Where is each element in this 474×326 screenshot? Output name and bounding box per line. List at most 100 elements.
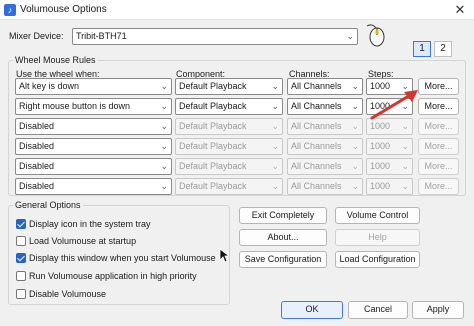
component-select: Default Playback ⌄ — [175, 158, 283, 175]
chevron-down-icon: ⌄ — [351, 81, 359, 91]
component-select[interactable]: Default Playback ⌄ — [175, 98, 283, 115]
chevron-down-icon: ⌄ — [351, 161, 359, 171]
channels-value: All Channels — [291, 81, 342, 91]
component-select: Default Playback ⌄ — [175, 118, 283, 135]
wheel-rules-title: Wheel Mouse Rules — [13, 55, 98, 65]
chevron-down-icon: ⌄ — [351, 181, 359, 191]
mixer-device-select[interactable]: Tribit-BTH71 ⌄ — [72, 28, 358, 45]
chevron-down-icon: ⌄ — [401, 181, 409, 191]
save-configuration-button[interactable]: Save Configuration — [239, 251, 327, 268]
more-button: More... — [418, 138, 459, 155]
component-value: Default Playback — [179, 161, 247, 171]
channels-select: All Channels ⌄ — [287, 178, 363, 195]
channels-select: All Channels ⌄ — [287, 118, 363, 135]
mouse-icon — [366, 24, 385, 47]
option-display-window-on-start[interactable]: Display this window when you start Volum… — [16, 252, 216, 267]
chevron-down-icon: ⌄ — [401, 141, 409, 151]
more-button: More... — [418, 158, 459, 175]
component-value: Default Playback — [179, 101, 247, 111]
option-system-tray-icon[interactable]: Display icon in the system tray — [16, 218, 151, 233]
chevron-down-icon: ⌄ — [271, 81, 279, 91]
annotation-arrow-icon — [370, 90, 418, 120]
more-button[interactable]: More... — [418, 78, 459, 95]
help-button: Help — [335, 229, 420, 246]
wheel-condition-select[interactable]: Alt key is down ⌄ — [15, 78, 172, 95]
option-label: Disable Volumouse — [29, 289, 107, 299]
component-select: Default Playback ⌄ — [175, 178, 283, 195]
chevron-down-icon: ⌄ — [271, 181, 279, 191]
channels-select[interactable]: All Channels ⌄ — [287, 98, 363, 115]
wheel-condition-value: Disabled — [19, 121, 55, 131]
ok-button[interactable]: OK — [281, 301, 343, 319]
wheel-condition-select[interactable]: Disabled ⌄ — [15, 178, 172, 195]
tab-2[interactable]: 2 — [434, 41, 452, 57]
wheel-condition-select[interactable]: Disabled ⌄ — [15, 118, 172, 135]
steps-value: 1000 — [370, 121, 391, 131]
tab-1[interactable]: 1 — [413, 41, 431, 57]
component-select: Default Playback ⌄ — [175, 138, 283, 155]
option-high-priority[interactable]: Run Volumouse application in high priori… — [16, 270, 197, 285]
chevron-down-icon: ⌄ — [160, 181, 168, 191]
checkbox[interactable] — [16, 270, 26, 281]
window-title: Volumouse Options — [20, 4, 107, 15]
option-label: Display this window when you start Volum… — [29, 253, 216, 263]
chevron-down-icon: ⌄ — [271, 141, 279, 151]
option-label: Run Volumouse application in high priori… — [29, 271, 197, 281]
chevron-down-icon: ⌄ — [271, 121, 279, 131]
exit-completely-button[interactable]: Exit Completely — [239, 207, 327, 224]
channels-select[interactable]: All Channels ⌄ — [287, 78, 363, 95]
wheel-condition-select[interactable]: Right mouse button is down ⌄ — [15, 98, 172, 115]
apply-button[interactable]: Apply — [412, 301, 464, 319]
general-options-title: General Options — [13, 200, 83, 210]
option-label: Display icon in the system tray — [29, 219, 151, 229]
wheel-condition-select[interactable]: Disabled ⌄ — [15, 158, 172, 175]
channels-value: All Channels — [291, 101, 342, 111]
chevron-down-icon: ⌄ — [160, 81, 168, 91]
checkbox[interactable] — [16, 218, 26, 229]
wheel-condition-select[interactable]: Disabled ⌄ — [15, 138, 172, 155]
steps-value: 1000 — [370, 141, 391, 151]
app-icon: ♪ — [4, 4, 16, 16]
cancel-button[interactable]: Cancel — [348, 301, 408, 319]
component-select[interactable]: Default Playback ⌄ — [175, 78, 283, 95]
load-configuration-button[interactable]: Load Configuration — [335, 251, 420, 268]
steps-select: 1000 ⌄ — [366, 158, 413, 175]
wheel-condition-value: Right mouse button is down — [19, 101, 131, 111]
chevron-down-icon: ⌄ — [401, 161, 409, 171]
checkbox[interactable] — [16, 235, 26, 246]
wheel-condition-value: Disabled — [19, 161, 55, 171]
wheel-condition-value: Disabled — [19, 141, 55, 151]
volume-control-button[interactable]: Volume Control — [335, 207, 420, 224]
channels-select: All Channels ⌄ — [287, 158, 363, 175]
component-value: Default Playback — [179, 121, 247, 131]
wheel-condition-value: Disabled — [19, 181, 55, 191]
channels-select: All Channels ⌄ — [287, 138, 363, 155]
component-value: Default Playback — [179, 81, 247, 91]
title-bar: ♪ Volumouse Options ✕ — [0, 0, 474, 20]
chevron-down-icon: ⌄ — [346, 31, 354, 41]
mixer-device-label: Mixer Device: — [9, 31, 64, 41]
checkbox[interactable] — [16, 288, 26, 299]
chevron-down-icon: ⌄ — [160, 161, 168, 171]
chevron-down-icon: ⌄ — [160, 141, 168, 151]
component-value: Default Playback — [179, 181, 247, 191]
steps-select: 1000 ⌄ — [366, 178, 413, 195]
option-disable-volumouse[interactable]: Disable Volumouse — [16, 288, 107, 303]
chevron-down-icon: ⌄ — [351, 101, 359, 111]
chevron-down-icon: ⌄ — [351, 121, 359, 131]
chevron-down-icon: ⌄ — [271, 101, 279, 111]
option-load-at-startup[interactable]: Load Volumouse at startup — [16, 235, 137, 250]
more-button[interactable]: More... — [418, 98, 459, 115]
chevron-down-icon: ⌄ — [351, 141, 359, 151]
window-close-button[interactable]: ✕ — [452, 2, 468, 18]
channels-value: All Channels — [291, 141, 342, 151]
mouse-cursor-icon — [219, 248, 229, 263]
more-button: More... — [418, 178, 459, 195]
mixer-device-value: Tribit-BTH71 — [76, 31, 127, 41]
steps-value: 1000 — [370, 181, 391, 191]
option-label: Load Volumouse at startup — [29, 236, 137, 246]
checkbox[interactable] — [16, 252, 26, 263]
wheel-condition-value: Alt key is down — [19, 81, 80, 91]
steps-value: 1000 — [370, 161, 391, 171]
about-button[interactable]: About... — [239, 229, 327, 246]
